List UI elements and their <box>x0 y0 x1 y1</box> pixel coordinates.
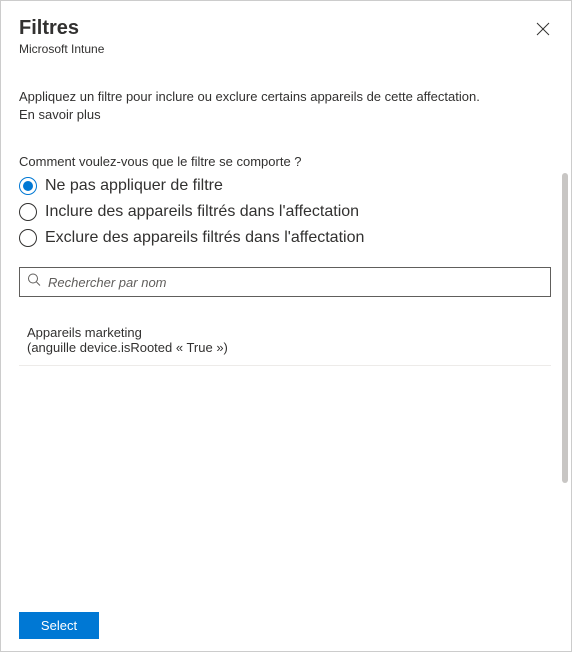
radio-label: Exclure des appareils filtrés dans l'aff… <box>45 229 364 247</box>
radio-label: Ne pas appliquer de filtre <box>45 177 223 195</box>
filter-item-rule: (anguille device.isRooted « True ») <box>27 340 543 355</box>
radio-icon <box>19 229 37 247</box>
radio-group: Ne pas appliquer de filtre Inclure des a… <box>19 175 553 249</box>
panel-header: Filtres Microsoft Intune <box>1 1 571 64</box>
panel-footer: Select <box>1 600 571 651</box>
radio-label: Inclure des appareils filtrés dans l'aff… <box>45 203 359 221</box>
close-button[interactable] <box>533 19 553 39</box>
search-input[interactable] <box>19 267 551 297</box>
search-icon <box>27 273 41 292</box>
scrollbar-thumb[interactable] <box>562 173 568 483</box>
select-button[interactable]: Select <box>19 612 99 639</box>
radio-icon <box>19 177 37 195</box>
radio-option-exclude[interactable]: Exclure des appareils filtrés dans l'aff… <box>19 227 553 249</box>
radio-icon <box>19 203 37 221</box>
close-icon <box>536 22 550 36</box>
filter-list-item[interactable]: Appareils marketing (anguille device.isR… <box>19 325 551 366</box>
panel-subtitle: Microsoft Intune <box>19 42 553 56</box>
learn-more-link[interactable]: En savoir plus <box>19 107 101 122</box>
radio-option-no-filter[interactable]: Ne pas appliquer de filtre <box>19 175 553 197</box>
search-wrapper <box>19 267 551 297</box>
behavior-question: Comment voulez-vous que le filtre se com… <box>19 154 553 169</box>
panel-content: Appliquez un filtre pour inclure ou excl… <box>1 64 571 366</box>
panel-title: Filtres <box>19 17 553 40</box>
radio-option-include[interactable]: Inclure des appareils filtrés dans l'aff… <box>19 201 553 223</box>
radio-dot-icon <box>23 181 33 191</box>
filter-item-name: Appareils marketing <box>27 325 543 340</box>
description-text: Appliquez un filtre pour inclure ou excl… <box>19 88 553 106</box>
